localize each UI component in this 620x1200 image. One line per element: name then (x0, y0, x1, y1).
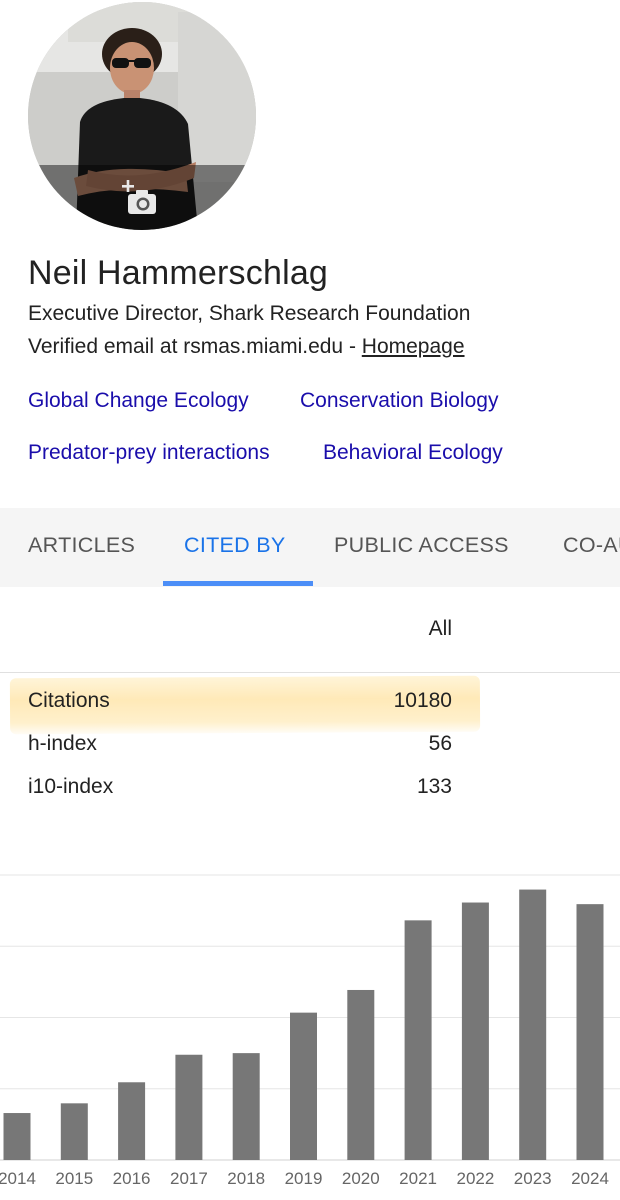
chart-bar-2015[interactable] (60, 1103, 88, 1160)
metric-value-i10-index: 133 (416, 775, 452, 798)
metrics-column-header: All (428, 617, 452, 640)
tab-bar: ARTICLES CITED BY PUBLIC ACCESS CO-AUTHO… (0, 508, 620, 587)
chart-bar-2016[interactable] (118, 1082, 146, 1160)
homepage-link[interactable]: Homepage (362, 335, 465, 358)
chart-bar-2023[interactable] (519, 889, 547, 1160)
tab-co-authors[interactable]: CO-AUTHORS (563, 508, 620, 587)
x-tick-label-2021: 2021 (399, 1169, 437, 1188)
interest-behavioral-ecology[interactable]: Behavioral Ecology (323, 441, 503, 465)
profile-name: Neil Hammerschlag (28, 254, 329, 292)
x-tick-label-2017: 2017 (170, 1169, 208, 1188)
chart-bar-2014[interactable] (3, 1113, 31, 1160)
interest-global-change-ecology[interactable]: Global Change Ecology (28, 389, 249, 413)
metric-value-h-index: 56 (428, 732, 452, 755)
interest-conservation-biology[interactable]: Conservation Biology (300, 389, 498, 413)
metric-label-citations[interactable]: Citations (28, 689, 110, 713)
x-tick-label-2024: 2024 (571, 1169, 609, 1188)
tab-public-access[interactable]: PUBLIC ACCESS (334, 508, 509, 587)
tab-articles[interactable]: ARTICLES (28, 508, 135, 587)
x-tick-label-2015: 2015 (55, 1169, 93, 1188)
chart-bar-2020[interactable] (347, 989, 375, 1160)
verified-email: Verified email at rsmas.miami.edu - (28, 335, 362, 358)
metric-label-h-index[interactable]: h-index (28, 732, 97, 756)
profile-photo[interactable] (28, 2, 256, 230)
metric-label-i10-index[interactable]: i10-index (28, 775, 113, 799)
x-tick-label-2020: 2020 (342, 1169, 380, 1188)
active-tab-indicator (163, 581, 313, 586)
chart-bar-2017[interactable] (175, 1054, 203, 1160)
verified-email-line: Verified email at rsmas.miami.edu - Home… (28, 335, 465, 359)
citations-chart: 2014 2015 2016 2017 2018 2019 2020 2021 2022 2023… (0, 874, 620, 1188)
x-tick-label-2019: 2019 (285, 1169, 323, 1188)
table-divider (0, 672, 620, 673)
x-tick-label-2018: 2018 (227, 1169, 265, 1188)
interest-predator-prey-interactions[interactable]: Predator-prey interactions (28, 441, 270, 465)
affiliation: Executive Director, Shark Research Found… (28, 302, 471, 325)
chart-bar-2022[interactable] (461, 902, 489, 1160)
x-tick-label-2022: 2022 (456, 1169, 494, 1188)
x-tick-label-2016: 2016 (113, 1169, 151, 1188)
x-tick-label-2023: 2023 (514, 1169, 552, 1188)
chart-bar-2019[interactable] (290, 1012, 317, 1160)
chart-bar-2018[interactable] (232, 1053, 260, 1160)
chart-bar-2021[interactable] (404, 920, 432, 1160)
add-photo-camera-icon[interactable] (122, 180, 162, 220)
tab-cited-by[interactable]: CITED BY (184, 508, 286, 587)
metric-value-citations: 10180 (393, 689, 452, 712)
x-tick-label-2014: 2014 (0, 1169, 36, 1188)
chart-bar-2024[interactable] (576, 904, 604, 1160)
